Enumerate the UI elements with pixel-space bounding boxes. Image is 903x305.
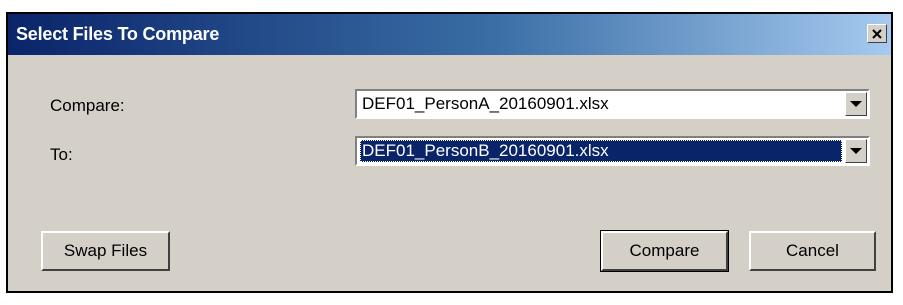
compare-file-select[interactable]: DEF01_PersonA_20160901.xlsx [355, 89, 870, 119]
compare-button[interactable]: Compare [600, 230, 729, 272]
compare-label: Compare: [50, 96, 125, 115]
dialog-title: Select Files To Compare [16, 24, 220, 44]
to-file-select[interactable]: DEF01_PersonB_20160901.xlsx [355, 136, 870, 166]
compare-file-value: DEF01_PersonA_20160901.xlsx [362, 94, 609, 113]
select-files-dialog: Select Files To Compare Compare: DEF01_P… [6, 12, 893, 293]
to-file-value: DEF01_PersonB_20160901.xlsx [360, 140, 842, 162]
title-bar[interactable]: Select Files To Compare [8, 14, 891, 55]
compare-dropdown-button[interactable] [845, 92, 867, 116]
close-icon [872, 28, 882, 39]
cancel-button[interactable]: Cancel [749, 231, 876, 271]
to-label: To: [50, 145, 73, 164]
chevron-down-icon [850, 101, 862, 107]
to-dropdown-button[interactable] [845, 139, 867, 163]
chevron-down-icon [850, 148, 862, 154]
close-button[interactable] [867, 24, 887, 43]
swap-files-button[interactable]: Swap Files [41, 231, 170, 271]
